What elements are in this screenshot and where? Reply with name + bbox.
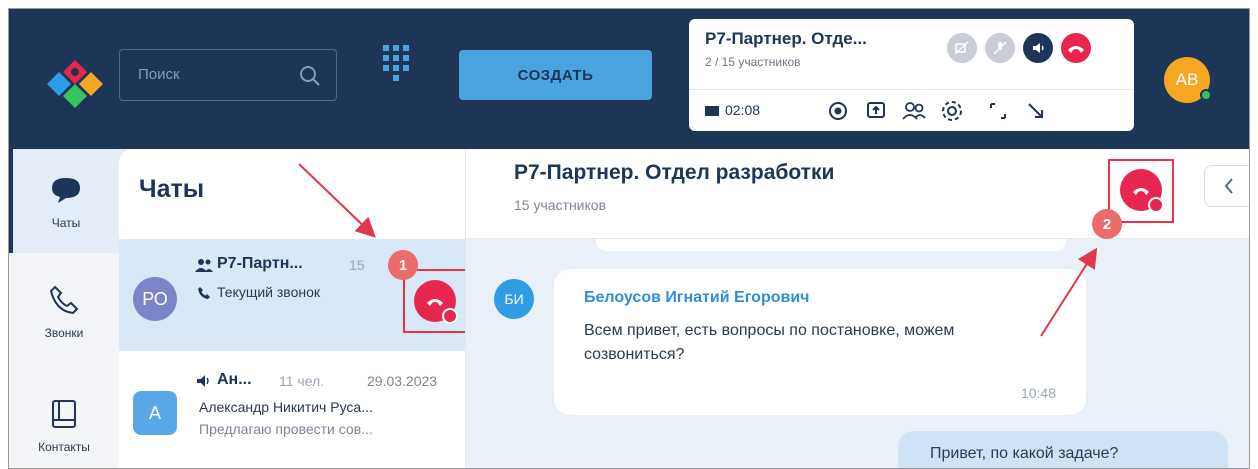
video-off-button[interactable]	[947, 33, 977, 63]
nav-item-contacts[interactable]: Контакты	[9, 373, 119, 468]
search-input[interactable]: Поиск	[119, 49, 337, 101]
chat-last-author: Александр Никитич Руса...	[199, 399, 373, 415]
call-timer: 02:08	[705, 102, 760, 118]
message-list: БИ Белоусов Игнатий Егорович Всем привет…	[466, 239, 1249, 468]
broadcast-icon	[197, 375, 209, 387]
message-time: 10:48	[1020, 385, 1056, 401]
chat-list-title: Чаты	[139, 175, 205, 203]
avatar: А	[133, 391, 177, 435]
app-logo-icon	[47, 60, 103, 108]
call-timer-value: 02:08	[725, 102, 761, 118]
hangup-button-list[interactable]	[414, 280, 458, 324]
chat-main-panel: Р7-Партнер. Отдел разработки 15 участник…	[465, 149, 1249, 468]
group-icon	[195, 259, 213, 272]
contacts-icon	[52, 400, 76, 428]
video-off-icon	[954, 41, 969, 55]
chat-icon	[52, 178, 80, 203]
collapse-panel-button[interactable]	[1204, 165, 1249, 207]
call-title: Р7-Партнер. Отде...	[705, 29, 867, 48]
chat-list-item[interactable]: А Ан... 11 чел. 29.03.2023 Александр Ник…	[119, 357, 465, 468]
chat-list-item-active[interactable]: РО Р7-Партн... 15 Текущий звонок 1	[119, 239, 467, 351]
nav-item-chats[interactable]: Чаты	[9, 149, 119, 253]
chat-member-count: 15	[349, 257, 365, 273]
settings-gear-icon[interactable]	[939, 98, 965, 124]
avatar-initials: БИ	[504, 291, 524, 307]
left-nav: Чаты Звонки Контакты	[9, 149, 119, 468]
avatar: РО	[133, 277, 177, 321]
chevron-down-icon[interactable]	[442, 308, 458, 324]
expand-icon[interactable]	[985, 98, 1011, 124]
camera-icon	[705, 106, 719, 117]
hangup-icon	[427, 299, 443, 306]
user-avatar[interactable]: АВ	[1164, 57, 1212, 103]
chat-name: Ан...	[217, 371, 252, 388]
app-window: Поиск СОЗДАТЬ Р7-Партнер. Отде... 2 / 15…	[8, 8, 1250, 469]
minimize-arrow-icon[interactable]	[1023, 98, 1049, 124]
call-toolbar: 02:08	[689, 89, 1134, 131]
my-message-bubble: Привет, по какой задаче?	[898, 431, 1228, 468]
chat-last-message: Предлагаю провести сов...	[199, 421, 373, 437]
mic-off-button[interactable]	[985, 33, 1015, 63]
hangup-icon	[1068, 46, 1084, 53]
speaker-button[interactable]	[1023, 33, 1053, 63]
message-text: Привет, по какой задаче?	[930, 445, 1119, 462]
nav-label-chats: Чаты	[51, 216, 81, 230]
chevron-left-icon	[1224, 178, 1233, 194]
message-author[interactable]: Белоусов Игнатий Егорович	[584, 289, 809, 307]
annotation-badge-2: 2	[1092, 209, 1122, 239]
search-placeholder: Поиск	[138, 66, 180, 83]
previous-message-stub	[596, 239, 1066, 251]
message-text: Всем привет, есть вопросы по постановке,…	[584, 322, 955, 363]
hangup-button-header[interactable]	[1120, 169, 1164, 213]
speaker-icon	[1033, 43, 1044, 53]
chat-title: Р7-Партнер. Отдел разработки	[514, 161, 835, 184]
online-status-dot	[1200, 89, 1212, 101]
hangup-button-widget[interactable]	[1061, 33, 1091, 63]
chat-header: Р7-Партнер. Отдел разработки 15 участник…	[466, 149, 1249, 239]
chat-list-panel: Чаты РО Р7-Партн... 15 Текущий звонок 1 …	[119, 149, 467, 468]
avatar-initials: А	[148, 402, 161, 423]
chat-subtitle: 15 участников	[514, 197, 607, 213]
participants-icon[interactable]	[901, 98, 927, 124]
message-bubble: Белоусов Игнатий Егорович Всем привет, е…	[554, 269, 1086, 415]
chat-status-current-call: Текущий звонок	[217, 284, 321, 300]
user-avatar-initials: АВ	[1175, 70, 1199, 89]
nav-item-calls[interactable]: Звонки	[9, 259, 119, 363]
record-icon[interactable]	[825, 98, 851, 124]
chat-name: Р7-Партн...	[217, 255, 303, 272]
nav-label-contacts: Контакты	[38, 440, 90, 454]
create-button[interactable]: СОЗДАТЬ	[459, 50, 652, 100]
call-participants: 2 / 15 участников	[705, 55, 801, 69]
search-icon[interactable]	[298, 64, 322, 88]
annotation-badge-1: 1	[388, 250, 418, 280]
chevron-down-icon[interactable]	[1148, 197, 1164, 213]
dialpad-icon[interactable]	[383, 45, 409, 91]
chat-member-count: 11 чел.	[279, 373, 325, 389]
avatar-initials: РО	[142, 288, 168, 309]
active-call-widget: Р7-Партнер. Отде... 2 / 15 участников 02…	[689, 19, 1134, 131]
share-screen-icon[interactable]	[863, 98, 889, 124]
phone-small-icon	[198, 287, 210, 299]
avatar: БИ	[494, 279, 534, 319]
mic-off-icon	[993, 41, 1007, 55]
hangup-icon	[1133, 188, 1149, 195]
chat-date: 29.03.2023	[367, 373, 438, 389]
top-bar: Поиск СОЗДАТЬ Р7-Партнер. Отде... 2 / 15…	[9, 9, 1249, 149]
nav-label-calls: Звонки	[44, 326, 84, 340]
phone-icon	[49, 285, 79, 315]
